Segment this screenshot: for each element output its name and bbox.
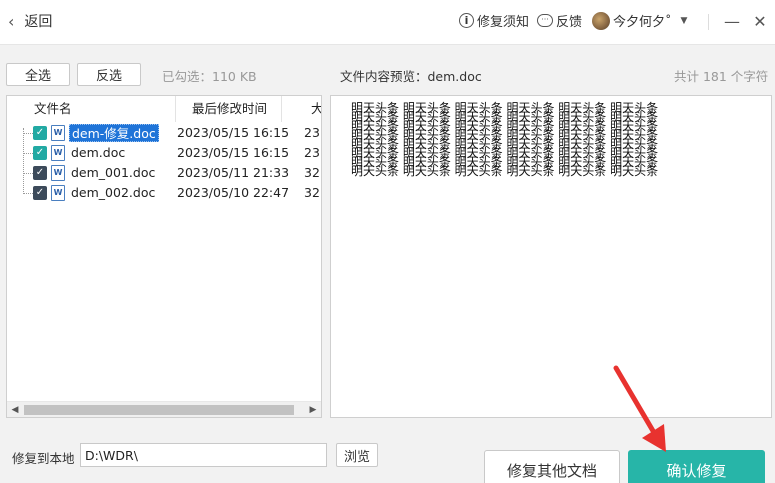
file-name[interactable]: dem-修复.doc: [69, 124, 159, 142]
checkbox-checked[interactable]: ✓: [33, 126, 47, 140]
tree-connector: [23, 153, 33, 154]
back-label: 返回: [24, 14, 53, 30]
minimize-button[interactable]: —: [720, 9, 744, 33]
browse-button[interactable]: 浏览: [336, 443, 378, 467]
feedback-label: 反馈: [556, 15, 583, 30]
scrollbar-thumb[interactable]: [24, 405, 294, 415]
file-modified: 2023/05/10 22:47: [177, 185, 290, 200]
column-divider[interactable]: [281, 96, 282, 122]
file-row[interactable]: ✓ W dem_001.doc 2023/05/11 21:33 32: [7, 163, 321, 183]
file-size: 32: [304, 165, 320, 180]
horizontal-scrollbar[interactable]: ◀ ▶: [7, 401, 321, 417]
help-label: 修复须知: [477, 15, 530, 30]
preview-title: 文件内容预览：dem.doc: [340, 69, 482, 84]
tree-connector: [23, 133, 33, 134]
file-row[interactable]: ✓ W dem.doc 2023/05/15 16:15 23: [7, 143, 321, 163]
red-arrow-annotation: [613, 365, 666, 452]
help-button[interactable]: i 修复须知: [459, 11, 529, 30]
checkbox-checked[interactable]: ✓: [33, 146, 47, 160]
scroll-right-icon[interactable]: ▶: [305, 402, 321, 417]
back-button[interactable]: ‹ 返回: [8, 10, 52, 32]
file-modified: 2023/05/15 16:15: [177, 125, 290, 140]
titlebar-divider: [708, 14, 709, 30]
close-icon: ✕: [753, 11, 767, 31]
file-row[interactable]: ✓ W dem-修复.doc 2023/05/15 16:15 23: [7, 123, 321, 143]
restore-path-input[interactable]: [80, 443, 327, 467]
file-size: 23: [304, 145, 320, 160]
user-name: 今夕何夕˚: [613, 15, 672, 30]
column-header-modified[interactable]: 最后修改时间: [192, 96, 267, 122]
tree-connector: [23, 173, 33, 174]
word-doc-icon: W: [51, 185, 65, 201]
file-name[interactable]: dem_002.doc: [69, 184, 157, 202]
preview-panel: 明天头条 明天头条 明天头条 明天头条 明天头条 明天头条 明天头条 明天头条 …: [330, 95, 772, 418]
close-button[interactable]: ✕: [748, 9, 772, 33]
info-icon: i: [459, 13, 474, 28]
file-row[interactable]: ✓ W dem_002.doc 2023/05/10 22:47 32: [7, 183, 321, 203]
word-doc-icon: W: [51, 125, 65, 141]
user-menu[interactable]: 今夕何夕˚ ▼: [592, 11, 687, 30]
word-doc-icon: W: [51, 145, 65, 161]
restore-location-label: 修复到本地: [12, 451, 75, 466]
word-doc-icon: W: [51, 165, 65, 181]
column-header-name[interactable]: 文件名: [34, 96, 72, 122]
column-divider[interactable]: [175, 96, 176, 122]
chevron-left-icon: ‹: [8, 11, 15, 31]
select-all-button[interactable]: 全选: [6, 63, 70, 86]
char-count: 共计 181 个字符: [674, 69, 769, 84]
preview-content: 明天头条 明天头条 明天头条 明天头条 明天头条 明天头条 明天头条 明天头条 …: [351, 101, 659, 178]
file-name[interactable]: dem_001.doc: [69, 164, 157, 182]
file-size: 32: [304, 185, 320, 200]
file-name[interactable]: dem.doc: [69, 144, 127, 162]
selected-size-info: 已勾选：110 KB: [162, 69, 257, 84]
title-bar: ‹ 返回 i 修复须知 ··· 反馈 今夕何夕˚ ▼ — ✕: [0, 0, 775, 44]
invert-selection-button[interactable]: 反选: [77, 63, 141, 86]
column-header-size[interactable]: 大: [311, 96, 321, 122]
checkbox-checked[interactable]: ✓: [33, 166, 47, 180]
arrow-shaft: [613, 365, 659, 439]
minimize-icon: —: [724, 11, 740, 31]
file-modified: 2023/05/11 21:33: [177, 165, 290, 180]
checkbox-checked[interactable]: ✓: [33, 186, 47, 200]
tree-connector: [23, 193, 33, 194]
scroll-left-icon[interactable]: ◀: [7, 402, 23, 417]
feedback-button[interactable]: ··· 反馈: [537, 11, 582, 30]
avatar: [592, 11, 610, 30]
file-size: 23: [304, 125, 320, 140]
chat-bubble-icon: ···: [537, 14, 553, 27]
file-modified: 2023/05/15 16:15: [177, 145, 290, 160]
file-list-panel: 文件名 最后修改时间 大 ✓ W dem-修复.doc 2023/05/15 1…: [6, 95, 322, 418]
caret-down-icon: ▼: [680, 15, 688, 26]
